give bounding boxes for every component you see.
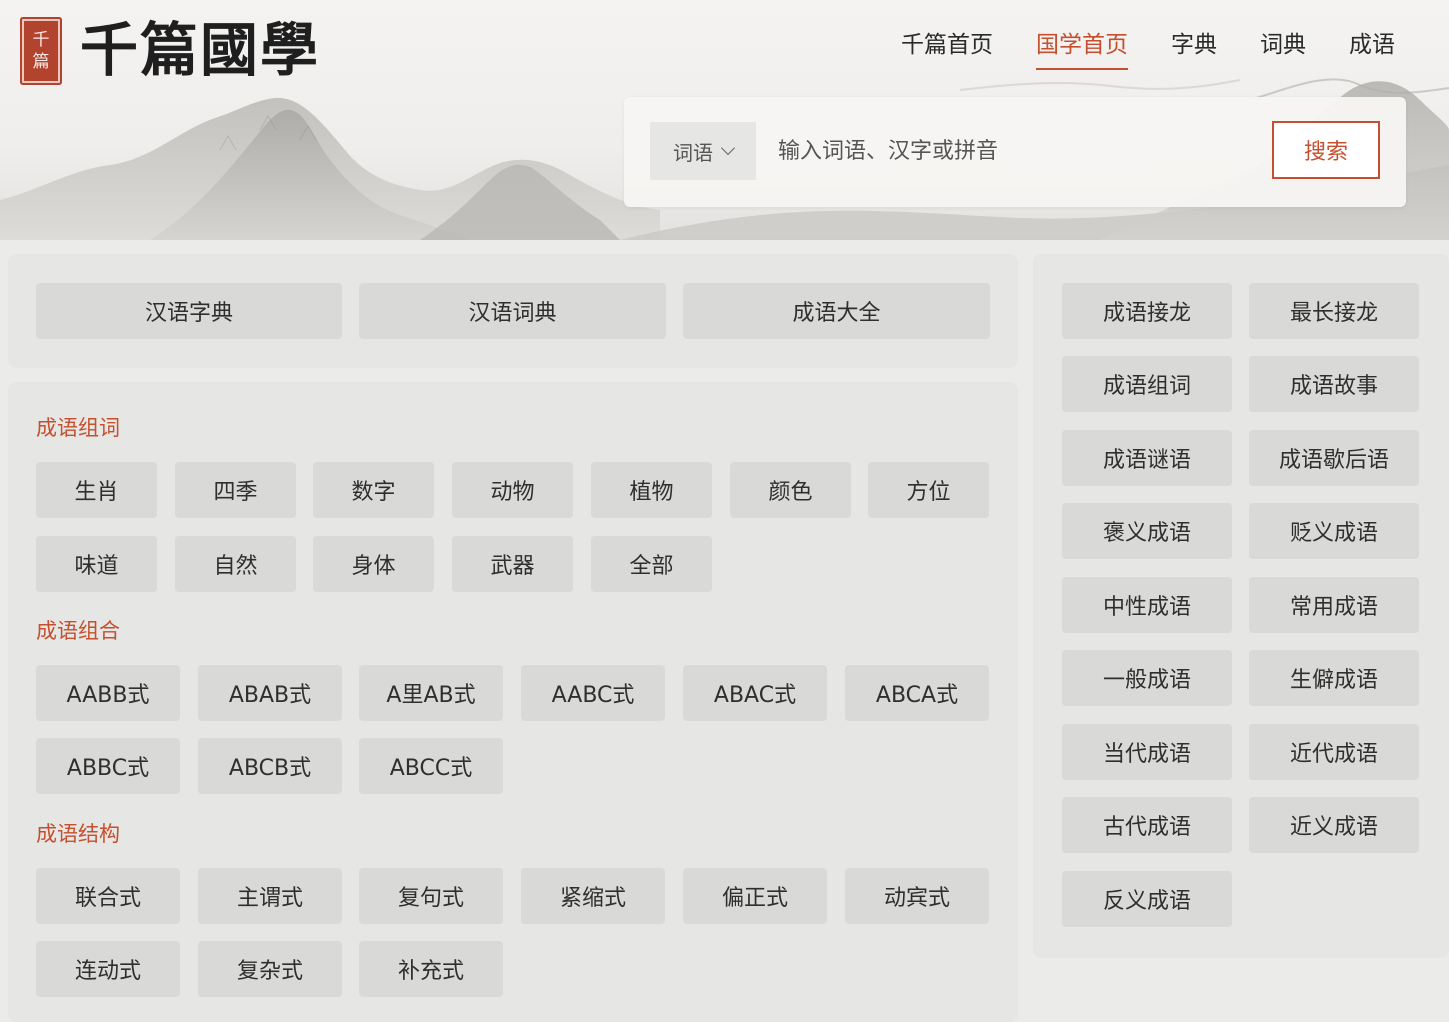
tag-buchongshi[interactable]: 补充式 xyxy=(359,941,503,997)
site-logo-title[interactable]: 千篇國學 xyxy=(80,14,320,86)
tag-zhuweishi[interactable]: 主谓式 xyxy=(198,868,342,924)
tag-abcb[interactable]: ABCB式 xyxy=(198,738,342,794)
tag-fangwei[interactable]: 方位 xyxy=(868,462,989,518)
tag-yanse[interactable]: 颜色 xyxy=(730,462,851,518)
tag-jinsuoshi[interactable]: 紧缩式 xyxy=(521,868,665,924)
section-title-chengyu-zuci: 成语组词 xyxy=(36,416,120,440)
tag-quanbu[interactable]: 全部 xyxy=(591,536,712,592)
side-links-panel: 成语接龙 最长接龙 成语组词 成语故事 成语谜语 成语歇后语 褒义成语 贬义成语… xyxy=(1033,254,1449,958)
tag-lianheshi[interactable]: 联合式 xyxy=(36,868,180,924)
side-link-chengyu-xiehouyu[interactable]: 成语歇后语 xyxy=(1249,430,1419,486)
tag-dongbinshi[interactable]: 动宾式 xyxy=(845,868,989,924)
nav-cidian[interactable]: 词典 xyxy=(1260,28,1306,62)
side-link-bayi-chengyu[interactable]: 褒义成语 xyxy=(1062,503,1232,559)
side-link-gudai-chengyu[interactable]: 古代成语 xyxy=(1062,797,1232,853)
tag-aabc[interactable]: AABC式 xyxy=(521,665,665,721)
tag-pianzhengshi[interactable]: 偏正式 xyxy=(683,868,827,924)
header-banner: 千 篇 千篇國學 千篇首页 国学首页 字典 词典 成语 词语 搜索 xyxy=(0,0,1449,240)
tag-abcc[interactable]: ABCC式 xyxy=(359,738,503,794)
tag-abac[interactable]: ABAC式 xyxy=(683,665,827,721)
tag-zhiwu[interactable]: 植物 xyxy=(591,462,712,518)
logo-seal-char-2: 篇 xyxy=(32,52,50,72)
side-link-zuichang-jielong[interactable]: 最长接龙 xyxy=(1249,283,1419,339)
quick-link-hanyu-zidian[interactable]: 汉语字典 xyxy=(36,283,342,339)
side-link-chengyu-miyu[interactable]: 成语谜语 xyxy=(1062,430,1232,486)
tag-liandongshi[interactable]: 连动式 xyxy=(36,941,180,997)
chevron-down-icon xyxy=(720,140,736,156)
logo-seal-char-1: 千 xyxy=(32,30,50,50)
section-title-chengyu-zuhe: 成语组合 xyxy=(36,619,120,643)
tag-fuzashi[interactable]: 复杂式 xyxy=(198,941,342,997)
tag-dongwu[interactable]: 动物 xyxy=(452,462,573,518)
side-link-zhongxing-chengyu[interactable]: 中性成语 xyxy=(1062,577,1232,633)
side-link-jinyi-chengyu[interactable]: 近义成语 xyxy=(1249,797,1419,853)
nav-guoxue-home[interactable]: 国学首页 xyxy=(1036,28,1128,70)
search-panel: 词语 搜索 xyxy=(624,97,1406,207)
side-link-bianyi-chengyu[interactable]: 贬义成语 xyxy=(1249,503,1419,559)
logo-seal[interactable]: 千 篇 xyxy=(20,17,62,85)
tag-ziran[interactable]: 自然 xyxy=(175,536,296,592)
side-link-fanyi-chengyu[interactable]: 反义成语 xyxy=(1062,871,1232,927)
quick-link-hanyu-cidian[interactable]: 汉语词典 xyxy=(359,283,666,339)
search-type-value: 词语 xyxy=(673,140,713,165)
section-title-chengyu-jiegou: 成语结构 xyxy=(36,822,120,846)
search-type-select[interactable]: 词语 xyxy=(650,122,756,180)
quick-links-panel: 汉语字典 汉语词典 成语大全 xyxy=(8,254,1018,368)
tag-aabb[interactable]: AABB式 xyxy=(36,665,180,721)
tag-abbc[interactable]: ABBC式 xyxy=(36,738,180,794)
tag-a-li-ab[interactable]: A里AB式 xyxy=(359,665,503,721)
side-link-chengyu-gushi[interactable]: 成语故事 xyxy=(1249,356,1419,412)
side-link-jindai-chengyu[interactable]: 近代成语 xyxy=(1249,724,1419,780)
top-navigation: 千篇首页 国学首页 字典 词典 成语 xyxy=(858,28,1395,70)
side-link-dangdai-chengyu[interactable]: 当代成语 xyxy=(1062,724,1232,780)
search-input[interactable] xyxy=(762,122,1270,180)
side-link-chengyu-jielong[interactable]: 成语接龙 xyxy=(1062,283,1232,339)
nav-qianpian-home[interactable]: 千篇首页 xyxy=(901,28,993,62)
quick-link-chengyu-daquan[interactable]: 成语大全 xyxy=(683,283,990,339)
tag-fujushi[interactable]: 复句式 xyxy=(359,868,503,924)
tag-shengxiao[interactable]: 生肖 xyxy=(36,462,157,518)
tag-shuzi[interactable]: 数字 xyxy=(313,462,434,518)
tag-wuqi[interactable]: 武器 xyxy=(452,536,573,592)
tag-abab[interactable]: ABAB式 xyxy=(198,665,342,721)
nav-chengyu[interactable]: 成语 xyxy=(1349,28,1395,62)
tag-weidao[interactable]: 味道 xyxy=(36,536,157,592)
nav-zidian[interactable]: 字典 xyxy=(1171,28,1217,62)
search-button[interactable]: 搜索 xyxy=(1272,121,1380,179)
tag-abca[interactable]: ABCA式 xyxy=(845,665,989,721)
side-link-chengyu-zuci[interactable]: 成语组词 xyxy=(1062,356,1232,412)
side-link-yiban-chengyu[interactable]: 一般成语 xyxy=(1062,650,1232,706)
side-link-changyong-chengyu[interactable]: 常用成语 xyxy=(1249,577,1419,633)
tag-shenti[interactable]: 身体 xyxy=(313,536,434,592)
categories-panel: 成语组词 生肖 四季 数字 动物 植物 颜色 方位 味道 自然 身体 武器 全部… xyxy=(8,382,1018,1022)
side-link-shengpi-chengyu[interactable]: 生僻成语 xyxy=(1249,650,1419,706)
tag-siji[interactable]: 四季 xyxy=(175,462,296,518)
